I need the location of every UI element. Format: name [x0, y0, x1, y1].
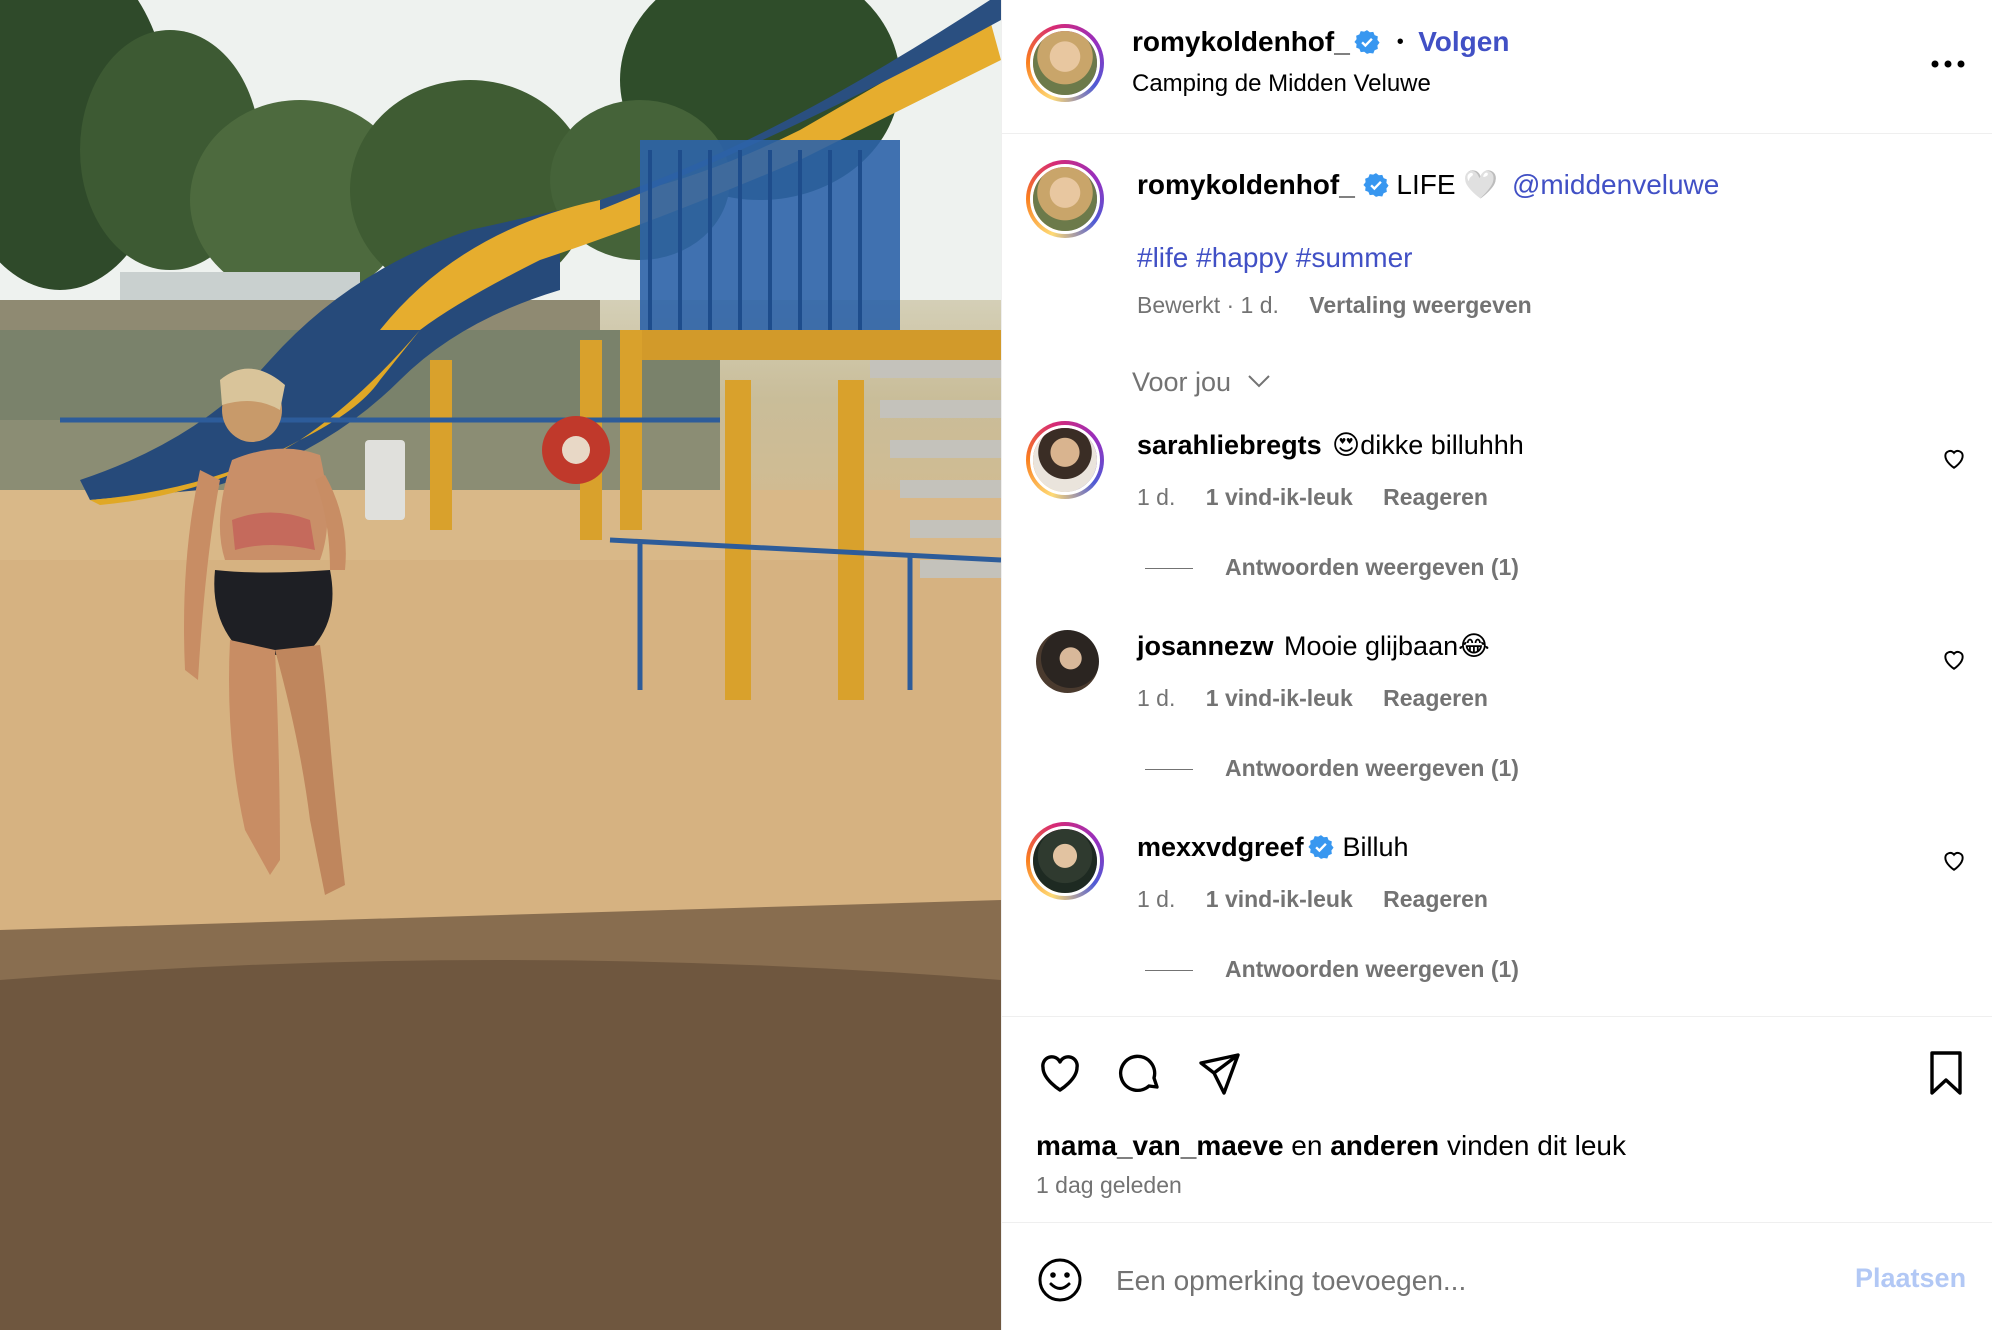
- comment-body: sarahliebregts 😍dikke billuhhh: [1137, 430, 1524, 461]
- follow-button[interactable]: Volgen: [1418, 26, 1509, 57]
- post-comment-button[interactable]: Plaatsen: [1855, 1263, 1966, 1294]
- comment-bubble-icon[interactable]: [1116, 1049, 1164, 1097]
- composer-divider: [1002, 1222, 1992, 1223]
- author-avatar[interactable]: [1026, 24, 1104, 102]
- view-replies-button[interactable]: Antwoorden weergeven (1): [1145, 956, 1519, 983]
- caption-text: LIFE 🤍: [1396, 169, 1499, 200]
- comment-body: josannezw Mooie glijbaan😂: [1137, 631, 1490, 662]
- post-location[interactable]: Camping de Midden Veluwe: [1132, 70, 1431, 98]
- caption-username[interactable]: romykoldenhof_: [1137, 169, 1355, 200]
- chevron-down-icon: [1247, 375, 1270, 388]
- caption-meta: Bewerkt · 1 d. Vertaling weergeven: [1137, 292, 1556, 319]
- instagram-post-view: romykoldenhof_ • Volgen Camping de Midde…: [0, 0, 1992, 1330]
- post-photo[interactable]: [0, 0, 1001, 1330]
- reply-button[interactable]: Reageren: [1383, 886, 1488, 912]
- comment-username[interactable]: josannezw: [1137, 631, 1274, 661]
- reply-button[interactable]: Reageren: [1383, 484, 1488, 510]
- caption-line: romykoldenhof_ LIFE 🤍 @middenveluwe: [1137, 168, 1719, 201]
- header-dot-separator: •: [1396, 31, 1404, 53]
- likes-connector: en: [1291, 1130, 1323, 1161]
- likes-summary: mama_van_maeve en anderen vinden dit leu…: [1036, 1130, 1626, 1162]
- view-replies-label: Antwoorden weergeven (1): [1225, 755, 1519, 781]
- like-heart-icon[interactable]: [1036, 1049, 1084, 1097]
- replies-divider: [1145, 970, 1193, 972]
- comment-meta: 1 d. 1 vind-ik-leuk Reageren: [1137, 484, 1512, 511]
- comment-meta: 1 d. 1 vind-ik-leuk Reageren: [1137, 685, 1512, 712]
- view-replies-button[interactable]: Antwoorden weergeven (1): [1145, 554, 1519, 581]
- comment-likes-count[interactable]: 1 vind-ik-leuk: [1206, 484, 1353, 510]
- verified-badge-icon: [1354, 30, 1380, 54]
- likes-others-link[interactable]: anderen: [1330, 1130, 1439, 1161]
- comment-time: 1 d.: [1137, 685, 1176, 711]
- commenter-avatar[interactable]: [1026, 822, 1104, 900]
- comment-sort-label: Voor jou: [1132, 367, 1232, 397]
- comment-text: 😍dikke billuhhh: [1332, 430, 1524, 460]
- post-timestamp[interactable]: 1 dag geleden: [1036, 1172, 1182, 1199]
- post-header: romykoldenhof_ • Volgen Camping de Midde…: [1002, 0, 1992, 134]
- commenter-avatar[interactable]: [1026, 421, 1104, 499]
- liker-username[interactable]: mama_van_maeve: [1036, 1130, 1284, 1161]
- caption-mention-link[interactable]: @middenveluwe: [1512, 169, 1719, 200]
- emoji-picker-icon[interactable]: [1036, 1256, 1084, 1304]
- actions-divider: [1002, 1016, 1992, 1017]
- verified-badge-icon: [1308, 835, 1334, 859]
- caption-hashtags[interactable]: #life #happy #summer: [1137, 242, 1412, 274]
- view-replies-label: Antwoorden weergeven (1): [1225, 956, 1519, 982]
- beach-slide-photo: [0, 0, 1001, 1330]
- comment-like-heart-icon[interactable]: [1941, 445, 1967, 471]
- share-send-icon[interactable]: [1196, 1049, 1244, 1097]
- caption-edited-time: Bewerkt · 1 d.: [1137, 292, 1279, 318]
- comment-likes-count[interactable]: 1 vind-ik-leuk: [1206, 685, 1353, 711]
- verified-badge-icon: [1363, 173, 1389, 197]
- comment-text: Mooie glijbaan😂: [1283, 631, 1490, 661]
- view-replies-button[interactable]: Antwoorden weergeven (1): [1145, 755, 1519, 782]
- caption-author-avatar[interactable]: [1026, 160, 1104, 238]
- likes-suffix: vinden dit leuk: [1446, 1130, 1626, 1161]
- replies-divider: [1145, 568, 1193, 570]
- comment-username[interactable]: sarahliebregts: [1137, 430, 1322, 460]
- save-bookmark-icon[interactable]: [1922, 1049, 1970, 1097]
- author-username[interactable]: romykoldenhof_: [1132, 26, 1350, 57]
- replies-divider: [1145, 769, 1193, 771]
- comment-body: mexxvdgreef Billuh: [1137, 832, 1409, 863]
- reply-button[interactable]: Reageren: [1383, 685, 1488, 711]
- comment-like-heart-icon[interactable]: [1941, 646, 1967, 672]
- comment-like-heart-icon[interactable]: [1941, 847, 1967, 873]
- view-replies-label: Antwoorden weergeven (1): [1225, 554, 1519, 580]
- comment-time: 1 d.: [1137, 484, 1176, 510]
- comment-text: Billuh: [1342, 832, 1409, 862]
- comment-likes-count[interactable]: 1 vind-ik-leuk: [1206, 886, 1353, 912]
- post-side-panel: romykoldenhof_ • Volgen Camping de Midde…: [1001, 0, 1992, 1330]
- comment-username[interactable]: mexxvdgreef: [1137, 832, 1304, 862]
- comment-input[interactable]: [1114, 1258, 1818, 1304]
- comment-meta: 1 d. 1 vind-ik-leuk Reageren: [1137, 886, 1512, 913]
- commenter-avatar[interactable]: [1036, 630, 1099, 693]
- translate-button[interactable]: Vertaling weergeven: [1309, 292, 1531, 318]
- comment-time: 1 d.: [1137, 886, 1176, 912]
- more-horizontal-icon[interactable]: [1930, 58, 1966, 70]
- comment-sort-dropdown[interactable]: Voor jou: [1132, 367, 1271, 398]
